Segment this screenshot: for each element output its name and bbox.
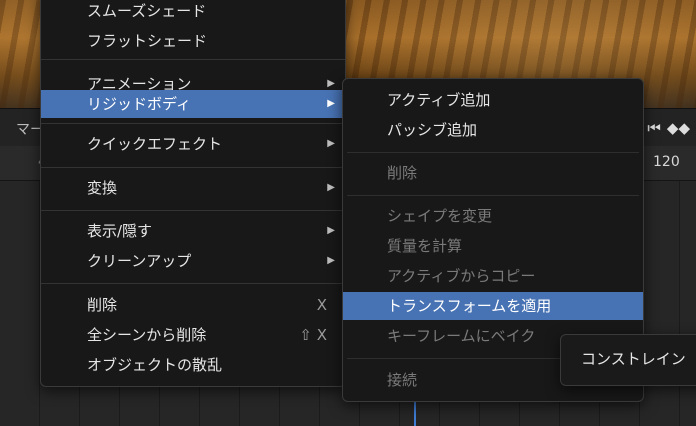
menu-item-rigid-body[interactable]: リジッドボディ ▶ xyxy=(41,90,345,118)
menu-item-apply-transformation[interactable]: トランスフォームを適用 xyxy=(343,292,643,320)
menu-separator xyxy=(41,210,345,211)
menu-item-flat-shade[interactable]: フラットシェード xyxy=(41,27,345,55)
menu-separator xyxy=(41,123,345,124)
menu-item-delete[interactable]: 削除 X xyxy=(41,291,345,319)
menu-item-label: 表示/隠す xyxy=(87,222,153,240)
menu-item-scatter-objects[interactable]: オブジェクトの散乱 xyxy=(41,351,345,379)
menu-item-convert[interactable]: 変換 ▶ xyxy=(41,174,345,202)
menu-item-calculate-mass[interactable]: 質量を計算 xyxy=(343,232,643,260)
menu-item-label: トランスフォームを適用 xyxy=(387,297,552,315)
triangle-right-icon: ▶ xyxy=(327,182,335,193)
menu-item-smooth-shade[interactable]: スムーズシェード xyxy=(41,0,345,25)
menu-item-quick-effects[interactable]: クイックエフェクト ▶ xyxy=(41,130,345,158)
triangle-right-icon: ▶ xyxy=(327,138,335,149)
menu-item-label: パッシブ追加 xyxy=(387,121,478,139)
menu-item-label: クイックエフェクト xyxy=(87,135,223,153)
jump-prev-icon[interactable]: ⏮ xyxy=(647,119,661,137)
menu-item-label: 質量を計算 xyxy=(387,237,463,255)
triangle-right-icon: ▶ xyxy=(327,98,335,109)
menu-item-delete-globally[interactable]: 全シーンから削除 ⇧ X xyxy=(41,321,345,349)
triangle-right-icon: ▶ xyxy=(327,255,335,266)
keyframe-controls: ⏮ ◆◆ xyxy=(636,117,696,139)
menu-item-label: クリーンアップ xyxy=(87,252,192,270)
menu-item-label: アクティブ追加 xyxy=(387,91,491,109)
menu-separator xyxy=(347,152,639,153)
tooltip: コンストレイン xyxy=(560,334,696,386)
triangle-right-icon: ▶ xyxy=(327,225,335,236)
menu-item-label: シェイプを変更 xyxy=(387,207,493,225)
tooltip-label: コンストレイン xyxy=(581,350,686,368)
menu-item-label: 変換 xyxy=(87,179,118,197)
menu-item-add-active[interactable]: アクティブ追加 xyxy=(343,86,643,114)
menu-item-label: アクティブからコピー xyxy=(387,267,536,285)
menu-item-copy-from-active[interactable]: アクティブからコピー xyxy=(343,262,643,290)
ruler-tick-current: 120 xyxy=(653,154,680,170)
menu-item-label: 削除 xyxy=(387,164,418,182)
menu-item-label: キーフレームにベイク xyxy=(387,327,536,345)
menu-separator xyxy=(41,59,345,60)
menu-item-label: 削除 xyxy=(87,296,118,314)
object-context-menu: スムーズシェード フラットシェード アニメーション ▶ リジッドボディ ▶ クイック… xyxy=(40,0,346,387)
menu-item-label: 全シーンから削除 xyxy=(87,326,207,344)
menu-item-change-shape[interactable]: シェイプを変更 xyxy=(343,202,643,230)
menu-item-label: リジッドボディ xyxy=(87,95,191,113)
menu-separator xyxy=(347,195,639,196)
keyframe-diamond-icon[interactable]: ◆◆ xyxy=(667,119,690,137)
menu-item-remove[interactable]: 削除 xyxy=(343,159,643,187)
menu-item-label: フラットシェード xyxy=(87,32,208,50)
shortcut-label: ⇧ X xyxy=(299,326,327,344)
menu-separator xyxy=(41,283,345,284)
menu-item-label: スムーズシェード xyxy=(87,2,207,20)
menu-item-add-passive[interactable]: パッシブ追加 xyxy=(343,116,643,144)
menu-item-label: 接続 xyxy=(387,371,418,389)
menu-item-clean-up[interactable]: クリーンアップ ▶ xyxy=(41,247,345,275)
menu-item-show-hide[interactable]: 表示/隠す ▶ xyxy=(41,217,345,245)
menu-separator xyxy=(41,167,345,168)
menu-item-label: オブジェクトの散乱 xyxy=(87,356,223,374)
shortcut-label: X xyxy=(316,296,327,314)
